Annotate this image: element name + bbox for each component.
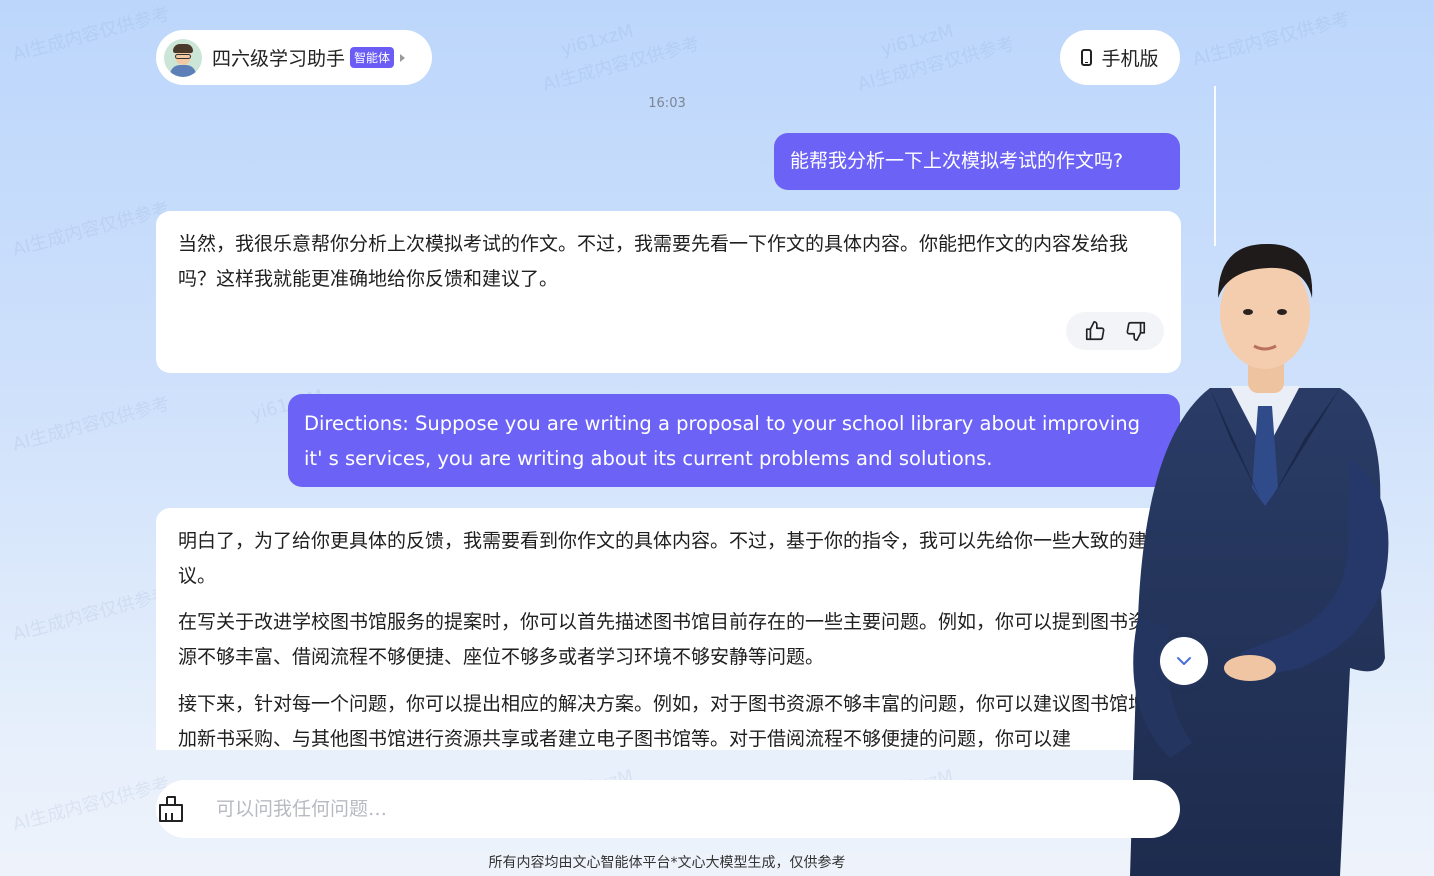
watermark: AI生成内容仅供参考 <box>10 3 172 66</box>
chat-input-bar <box>156 780 1180 838</box>
phone-icon <box>1081 49 1093 66</box>
assistant-message-text: 接下来，针对每一个问题，你可以提出相应的解决方案。例如，对于图书资源不够丰富的问… <box>178 693 1148 750</box>
user-message-text: 能帮我分析一下上次模拟考试的作文吗? <box>790 150 1124 172</box>
disclaimer-text: 所有内容均由文心智能体平台*文心大模型生成，仅供参考 <box>488 855 846 871</box>
mobile-version-button[interactable]: 手机版 <box>1060 30 1180 85</box>
watermark: yi61xzM <box>878 20 956 61</box>
clear-context-button[interactable] <box>156 780 186 838</box>
mobile-version-label: 手机版 <box>1101 48 1159 70</box>
user-message: 能帮我分析一下上次模拟考试的作文吗? <box>774 133 1180 190</box>
agent-info-button[interactable]: 四六级学习助手 智能体 <box>156 30 432 85</box>
assistant-message-text: 当然，我很乐意帮你分析上次模拟考试的作文。不过，我需要先看一下作文的具体内容。你… <box>178 233 1129 290</box>
scroll-to-bottom-button[interactable] <box>1160 637 1208 685</box>
assistant-message: 当然，我很乐意帮你分析上次模拟考试的作文。不过，我需要先看一下作文的具体内容。你… <box>156 211 1181 373</box>
watermark: AI生成内容仅供参考 <box>855 33 1017 96</box>
watermark: AI生成内容仅供参考 <box>10 198 172 261</box>
agent-name: 四六级学习助手 <box>212 48 346 70</box>
watermark: AI生成内容仅供参考 <box>1190 8 1352 71</box>
agent-avatar <box>164 38 202 77</box>
watermark: AI生成内容仅供参考 <box>10 393 172 456</box>
user-message: Directions: Suppose you are writing a pr… <box>288 394 1180 487</box>
watermark: AI生成内容仅供参考 <box>540 33 702 96</box>
assistant-message-text: 明白了，为了给你更具体的反馈，我需要看到你作文的具体内容。不过，基于你的指令，我… <box>178 530 1148 587</box>
broom-icon <box>159 796 183 822</box>
user-message-text: Directions: Suppose you are writing a pr… <box>304 412 1140 470</box>
assistant-message-text: 在写关于改进学校图书馆服务的提案时，你可以首先描述图书馆目前存在的一些主要问题。… <box>178 611 1148 668</box>
chat-input[interactable] <box>214 788 1180 830</box>
watermark: AI生成内容仅供参考 <box>10 773 172 836</box>
chat-timestamp: 16:03 <box>648 96 686 111</box>
chevron-right-icon <box>400 53 406 62</box>
watermark: AI生成内容仅供参考 <box>10 583 172 646</box>
agent-badge: 智能体 <box>350 47 395 68</box>
assistant-message: 明白了，为了给你更具体的反馈，我需要看到你作文的具体内容。不过，基于你的指令，我… <box>156 508 1181 750</box>
watermark: yi61xzM <box>558 20 636 61</box>
chevron-down-icon <box>1177 657 1191 665</box>
